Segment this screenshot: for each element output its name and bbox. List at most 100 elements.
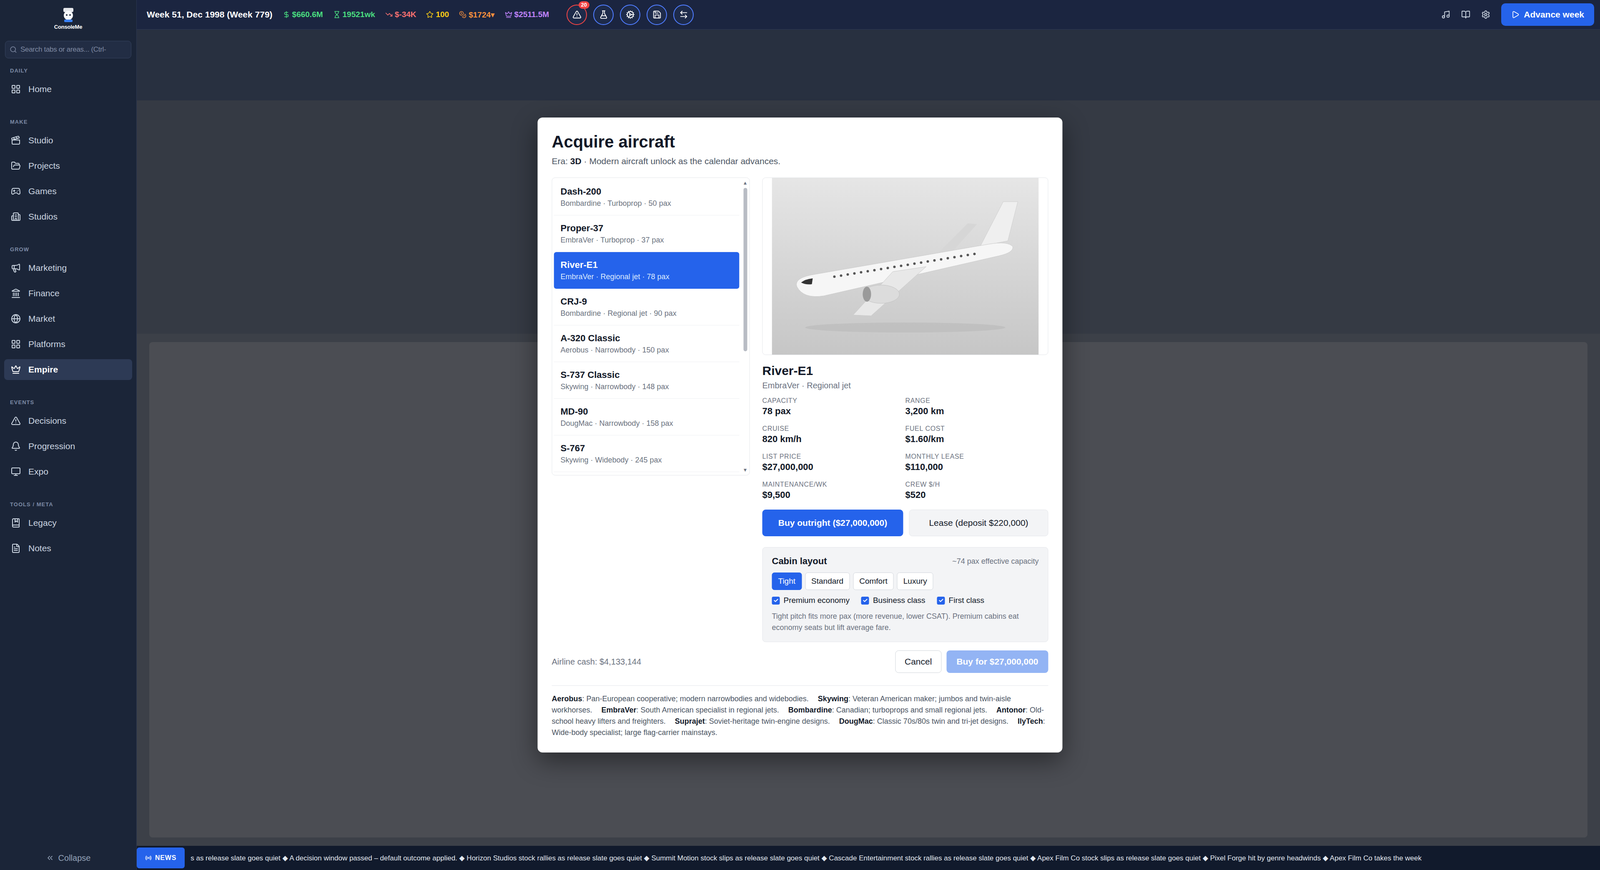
sidebar-item[interactable]: Progression (4, 436, 133, 457)
cancel-button[interactable]: Cancel (895, 650, 942, 674)
save-icon (652, 10, 662, 20)
tool-button[interactable] (646, 4, 668, 26)
aircraft-row[interactable]: Proper-37EmbraVer · Turboprop · 37 pax (554, 215, 740, 253)
cabin-title: Cabin layout (772, 556, 828, 567)
layout-option[interactable]: Comfort (852, 572, 894, 591)
scroll-down-button[interactable]: ▼ (742, 466, 748, 474)
checkbox[interactable] (772, 596, 780, 605)
trend-down-icon (385, 10, 393, 19)
search-field[interactable]: Search tabs or areas... (Ctrl- (5, 40, 132, 59)
tool-button[interactable] (619, 4, 641, 26)
sidebar-item[interactable]: Finance (4, 283, 133, 304)
aircraft-row[interactable]: MD-90DougMac · Narrowbody · 158 pax (554, 398, 740, 436)
nav-list: Studio Projects Games Studios (0, 130, 137, 228)
bookmark-icon (10, 518, 21, 529)
spec: MAINTENANCE/WK$9,500 (762, 481, 906, 501)
spec: CRUISE820 km/h (762, 425, 906, 445)
layout-option[interactable]: Standard (805, 572, 850, 591)
sidebar-item[interactable]: Projects (4, 155, 133, 177)
cabin-note: Tight pitch fits more pax (more revenue,… (772, 611, 1039, 634)
top-actions: Advance week (1441, 3, 1595, 26)
megaphone-icon (10, 263, 21, 274)
aircraft-name: River-E1 (762, 363, 1049, 379)
chevrons-left-icon (45, 854, 55, 863)
sidebar-item[interactable]: Empire (4, 359, 133, 381)
building-icon (10, 211, 21, 222)
music-icon[interactable] (1441, 10, 1451, 20)
section-label: EVENTS (0, 390, 137, 411)
sidebar-item[interactable]: Marketing (4, 257, 133, 279)
cabin-checkbox[interactable]: Premium economy (772, 596, 850, 606)
cabin-options: Premium economy Business class First class (772, 596, 1039, 606)
book-icon[interactable] (1461, 10, 1471, 20)
scroll-thumb[interactable] (743, 188, 748, 352)
aircraft-row[interactable]: S-737 ClassicSkywing · Narrowbody · 148 … (554, 362, 740, 399)
cabin-capacity: ~74 pax effective capacity (952, 557, 1039, 567)
purchase-option-button[interactable]: Lease (deposit $220,000) (909, 509, 1049, 537)
spec: FUEL COST$1.60/km (905, 425, 1049, 445)
crown-icon (10, 364, 21, 375)
aircraft-row[interactable]: CRJ-9Bombardine · Regional jet · 90 pax (554, 288, 740, 326)
manufacturer-note: EmbraVer: South American specialist in r… (601, 706, 780, 715)
check-icon (772, 597, 779, 604)
aircraft-list: Dash-200Bombardine · Turboprop · 50 paxP… (551, 177, 750, 476)
stats: $660.6M19521wk$-34K100$1724▾$2511.5M (282, 10, 550, 20)
scroll-track[interactable] (741, 186, 750, 467)
dialog-footer: Airline cash: $4,133,144 CancelBuy for $2… (551, 650, 1049, 674)
purchase-option-button[interactable]: Buy outright ($27,000,000) (762, 509, 904, 537)
dialog-body: Dash-200Bombardine · Turboprop · 50 paxP… (551, 177, 1049, 643)
sidebar-item[interactable]: Platforms (4, 333, 133, 355)
cabin-checkbox[interactable]: First class (937, 596, 985, 606)
coins-icon (458, 10, 467, 19)
tool-button[interactable] (593, 4, 614, 26)
layout-option[interactable]: Tight (772, 572, 803, 591)
aircraft-row[interactable]: A-320 ClassicAerobus · Narrowbody · 150 … (554, 325, 740, 363)
search-placeholder: Search tabs or areas... (Ctrl- (20, 45, 106, 54)
tool-button[interactable] (673, 4, 694, 26)
logo-text: ConsoleMe (54, 23, 83, 31)
scroll-up-button[interactable]: ▲ (742, 179, 748, 187)
cabin-checkbox[interactable]: Business class (861, 596, 926, 606)
sidebar-item[interactable]: Games (4, 180, 133, 202)
airline-cash: Airline cash: $4,133,144 (551, 657, 642, 668)
tool-button[interactable]: 20 (566, 4, 587, 26)
nav-section: GROWMarketingFinanceMarketPlatformsEmpir… (0, 237, 137, 381)
clapperboard-icon (10, 135, 21, 146)
logo[interactable]: ConsoleMe (0, 0, 137, 36)
manufacturer-note: Suprajet: Soviet-heritage twin-engine de… (674, 717, 831, 726)
gear-icon[interactable] (1481, 10, 1491, 20)
checkbox[interactable] (861, 596, 870, 605)
sidebar-item[interactable]: Expo (4, 461, 133, 483)
collapse-button[interactable]: Collapse (0, 846, 137, 870)
backdrop-header (136, 29, 1600, 101)
scrollbar[interactable]: ▲▼ (741, 178, 750, 476)
play-icon (1511, 10, 1520, 19)
sidebar-item[interactable]: Studios (4, 206, 133, 228)
manufacturer-note: Bombardine: Canadian; turboprops and sma… (788, 706, 988, 715)
aircraft-row[interactable]: S-767Skywing · Widebody · 245 pax (554, 435, 740, 473)
warning-icon (10, 416, 21, 427)
buy-button[interactable]: Buy for $27,000,000 (946, 650, 1049, 674)
manufacturer-note: Aerobus: Pan-European cooperative; moder… (551, 694, 809, 704)
crown-icon (504, 10, 513, 19)
gamepad-icon (10, 186, 21, 197)
sidebar-item[interactable]: Market (4, 308, 133, 330)
sidebar-item[interactable]: Notes (4, 538, 133, 560)
star-icon (426, 10, 434, 19)
nav-list: Home (0, 78, 137, 100)
section-label: MAKE (0, 109, 137, 131)
advance-week-button[interactable]: Advance week (1501, 3, 1595, 26)
layout-option[interactable]: Luxury (897, 572, 934, 591)
broadcast-icon (145, 855, 152, 862)
aircraft-row[interactable]: Dash-200Bombardine · Turboprop · 50 pax (554, 178, 740, 216)
sidebar-item[interactable]: Home (4, 78, 133, 100)
checkbox[interactable] (937, 596, 946, 605)
sidebar: ConsoleMe Search tabs or areas... (Ctrl- D… (0, 0, 137, 870)
stat: $-34K (385, 10, 417, 20)
sidebar-item[interactable]: Decisions (4, 410, 133, 432)
aircraft-items: Dash-200Bombardine · Turboprop · 50 paxP… (552, 178, 742, 476)
globe-icon (10, 313, 21, 324)
sidebar-item[interactable]: Studio (4, 130, 133, 151)
sidebar-item[interactable]: Legacy (4, 512, 133, 534)
aircraft-row[interactable]: River-E1EmbraVer · Regional jet · 78 pax (554, 252, 740, 289)
